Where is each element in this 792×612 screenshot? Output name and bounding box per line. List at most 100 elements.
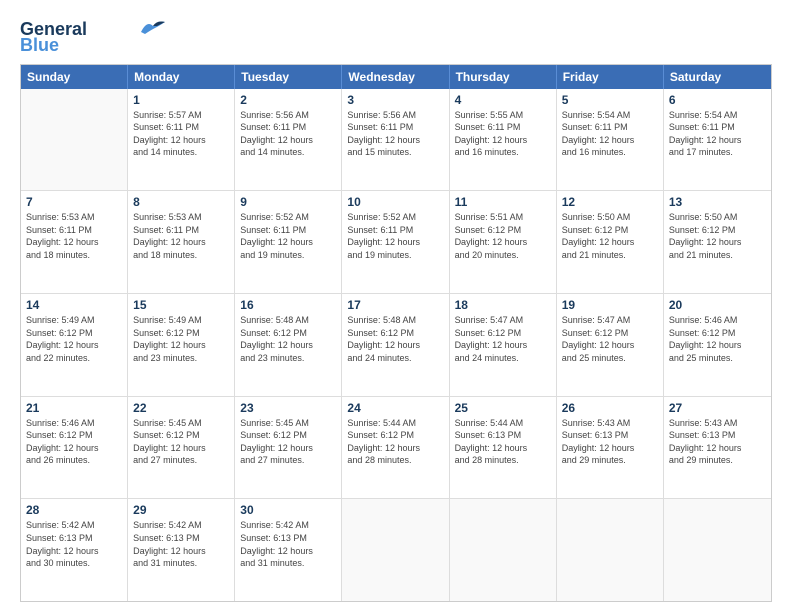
day-info: Sunrise: 5:57 AM Sunset: 6:11 PM Dayligh… [133, 109, 229, 159]
calendar-row-0: 1Sunrise: 5:57 AM Sunset: 6:11 PM Daylig… [21, 89, 771, 191]
day-info: Sunrise: 5:43 AM Sunset: 6:13 PM Dayligh… [562, 417, 658, 467]
calendar-cell-r2-c3: 17 Sunrise: 5:48 AM Sunset: 6:12 PM Dayli… [342, 294, 449, 396]
calendar-cell-r2-c1: 15 Sunrise: 5:49 AM Sunset: 6:12 PM Dayli… [128, 294, 235, 396]
calendar-cell-r0-c3: 3 Sunrise: 5:56 AM Sunset: 6:11 PM Daylig… [342, 89, 449, 191]
calendar-cell-r0-c2: 2 Sunrise: 5:56 AM Sunset: 6:11 PM Daylig… [235, 89, 342, 191]
day-info: Sunrise: 5:45 AM Sunset: 6:12 PM Dayligh… [133, 417, 229, 467]
calendar-header: SundayMondayTuesdayWednesdayThursdayFrid… [21, 65, 771, 89]
day-number: 18 [455, 298, 551, 312]
day-number: 29 [133, 503, 229, 517]
day-info: Sunrise: 5:42 AM Sunset: 6:13 PM Dayligh… [26, 519, 122, 569]
day-info: Sunrise: 5:46 AM Sunset: 6:12 PM Dayligh… [669, 314, 766, 364]
day-info: Sunrise: 5:55 AM Sunset: 6:11 PM Dayligh… [455, 109, 551, 159]
day-info: Sunrise: 5:42 AM Sunset: 6:13 PM Dayligh… [133, 519, 229, 569]
day-info: Sunrise: 5:49 AM Sunset: 6:12 PM Dayligh… [26, 314, 122, 364]
calendar: SundayMondayTuesdayWednesdayThursdayFrid… [20, 64, 772, 602]
day-number: 2 [240, 93, 336, 107]
calendar-cell-r2-c2: 16 Sunrise: 5:48 AM Sunset: 6:12 PM Dayli… [235, 294, 342, 396]
day-number: 17 [347, 298, 443, 312]
day-number: 13 [669, 195, 766, 209]
day-number: 12 [562, 195, 658, 209]
day-number: 27 [669, 401, 766, 415]
day-info: Sunrise: 5:49 AM Sunset: 6:12 PM Dayligh… [133, 314, 229, 364]
calendar-cell-r1-c5: 12 Sunrise: 5:50 AM Sunset: 6:12 PM Dayli… [557, 191, 664, 293]
day-info: Sunrise: 5:56 AM Sunset: 6:11 PM Dayligh… [240, 109, 336, 159]
day-info: Sunrise: 5:52 AM Sunset: 6:11 PM Dayligh… [240, 211, 336, 261]
calendar-cell-r1-c6: 13 Sunrise: 5:50 AM Sunset: 6:12 PM Dayli… [664, 191, 771, 293]
day-number: 3 [347, 93, 443, 107]
weekday-header-saturday: Saturday [664, 65, 771, 89]
day-info: Sunrise: 5:48 AM Sunset: 6:12 PM Dayligh… [240, 314, 336, 364]
calendar-cell-r4-c6 [664, 499, 771, 601]
day-number: 4 [455, 93, 551, 107]
weekday-header-tuesday: Tuesday [235, 65, 342, 89]
calendar-cell-r1-c1: 8Sunrise: 5:53 AM Sunset: 6:11 PM Daylig… [128, 191, 235, 293]
day-number: 25 [455, 401, 551, 415]
day-info: Sunrise: 5:43 AM Sunset: 6:13 PM Dayligh… [669, 417, 766, 467]
logo: General Blue [20, 20, 167, 56]
calendar-cell-r1-c4: 11 Sunrise: 5:51 AM Sunset: 6:12 PM Dayli… [450, 191, 557, 293]
calendar-cell-r1-c0: 7Sunrise: 5:53 AM Sunset: 6:11 PM Daylig… [21, 191, 128, 293]
weekday-header-wednesday: Wednesday [342, 65, 449, 89]
day-info: Sunrise: 5:54 AM Sunset: 6:11 PM Dayligh… [562, 109, 658, 159]
day-number: 28 [26, 503, 122, 517]
day-info: Sunrise: 5:56 AM Sunset: 6:11 PM Dayligh… [347, 109, 443, 159]
calendar-cell-r4-c1: 29 Sunrise: 5:42 AM Sunset: 6:13 PM Dayli… [128, 499, 235, 601]
calendar-cell-r3-c6: 27 Sunrise: 5:43 AM Sunset: 6:13 PM Dayli… [664, 397, 771, 499]
day-info: Sunrise: 5:47 AM Sunset: 6:12 PM Dayligh… [455, 314, 551, 364]
calendar-cell-r2-c4: 18 Sunrise: 5:47 AM Sunset: 6:12 PM Dayli… [450, 294, 557, 396]
day-info: Sunrise: 5:54 AM Sunset: 6:11 PM Dayligh… [669, 109, 766, 159]
page: General Blue SundayMondayTuesdayWednesda… [0, 0, 792, 612]
day-number: 24 [347, 401, 443, 415]
weekday-header-monday: Monday [128, 65, 235, 89]
day-number: 8 [133, 195, 229, 209]
day-number: 5 [562, 93, 658, 107]
calendar-cell-r2-c0: 14 Sunrise: 5:49 AM Sunset: 6:12 PM Dayli… [21, 294, 128, 396]
day-info: Sunrise: 5:44 AM Sunset: 6:13 PM Dayligh… [455, 417, 551, 467]
calendar-cell-r4-c0: 28 Sunrise: 5:42 AM Sunset: 6:13 PM Dayli… [21, 499, 128, 601]
calendar-cell-r0-c5: 5 Sunrise: 5:54 AM Sunset: 6:11 PM Daylig… [557, 89, 664, 191]
day-number: 6 [669, 93, 766, 107]
day-info: Sunrise: 5:50 AM Sunset: 6:12 PM Dayligh… [562, 211, 658, 261]
calendar-cell-r3-c5: 26Sunrise: 5:43 AM Sunset: 6:13 PM Dayli… [557, 397, 664, 499]
calendar-cell-r4-c3 [342, 499, 449, 601]
logo-bird-icon [139, 18, 167, 36]
logo-text-blue: Blue [20, 36, 59, 56]
day-number: 23 [240, 401, 336, 415]
calendar-cell-r1-c3: 10 Sunrise: 5:52 AM Sunset: 6:11 PM Dayli… [342, 191, 449, 293]
calendar-cell-r3-c4: 25 Sunrise: 5:44 AM Sunset: 6:13 PM Dayli… [450, 397, 557, 499]
weekday-header-friday: Friday [557, 65, 664, 89]
day-info: Sunrise: 5:52 AM Sunset: 6:11 PM Dayligh… [347, 211, 443, 261]
calendar-cell-r3-c1: 22 Sunrise: 5:45 AM Sunset: 6:12 PM Dayli… [128, 397, 235, 499]
calendar-cell-r4-c4 [450, 499, 557, 601]
calendar-cell-r0-c4: 4 Sunrise: 5:55 AM Sunset: 6:11 PM Daylig… [450, 89, 557, 191]
calendar-cell-r3-c2: 23Sunrise: 5:45 AM Sunset: 6:12 PM Dayli… [235, 397, 342, 499]
calendar-cell-r1-c2: 9Sunrise: 5:52 AM Sunset: 6:11 PM Daylig… [235, 191, 342, 293]
day-number: 15 [133, 298, 229, 312]
calendar-cell-r0-c6: 6 Sunrise: 5:54 AM Sunset: 6:11 PM Daylig… [664, 89, 771, 191]
day-info: Sunrise: 5:42 AM Sunset: 6:13 PM Dayligh… [240, 519, 336, 569]
day-number: 7 [26, 195, 122, 209]
day-number: 19 [562, 298, 658, 312]
day-number: 10 [347, 195, 443, 209]
day-number: 22 [133, 401, 229, 415]
calendar-cell-r4-c2: 30Sunrise: 5:42 AM Sunset: 6:13 PM Dayli… [235, 499, 342, 601]
calendar-cell-r0-c1: 1Sunrise: 5:57 AM Sunset: 6:11 PM Daylig… [128, 89, 235, 191]
calendar-row-3: 21Sunrise: 5:46 AM Sunset: 6:12 PM Dayli… [21, 396, 771, 499]
day-number: 20 [669, 298, 766, 312]
day-info: Sunrise: 5:51 AM Sunset: 6:12 PM Dayligh… [455, 211, 551, 261]
day-number: 16 [240, 298, 336, 312]
day-info: Sunrise: 5:44 AM Sunset: 6:12 PM Dayligh… [347, 417, 443, 467]
day-number: 21 [26, 401, 122, 415]
calendar-cell-r3-c3: 24 Sunrise: 5:44 AM Sunset: 6:12 PM Dayli… [342, 397, 449, 499]
weekday-header-thursday: Thursday [450, 65, 557, 89]
calendar-cell-r2-c5: 19Sunrise: 5:47 AM Sunset: 6:12 PM Dayli… [557, 294, 664, 396]
calendar-cell-r0-c0 [21, 89, 128, 191]
day-number: 14 [26, 298, 122, 312]
day-number: 11 [455, 195, 551, 209]
day-info: Sunrise: 5:50 AM Sunset: 6:12 PM Dayligh… [669, 211, 766, 261]
day-info: Sunrise: 5:48 AM Sunset: 6:12 PM Dayligh… [347, 314, 443, 364]
calendar-body: 1Sunrise: 5:57 AM Sunset: 6:11 PM Daylig… [21, 89, 771, 601]
calendar-cell-r3-c0: 21Sunrise: 5:46 AM Sunset: 6:12 PM Dayli… [21, 397, 128, 499]
header: General Blue [20, 20, 772, 56]
